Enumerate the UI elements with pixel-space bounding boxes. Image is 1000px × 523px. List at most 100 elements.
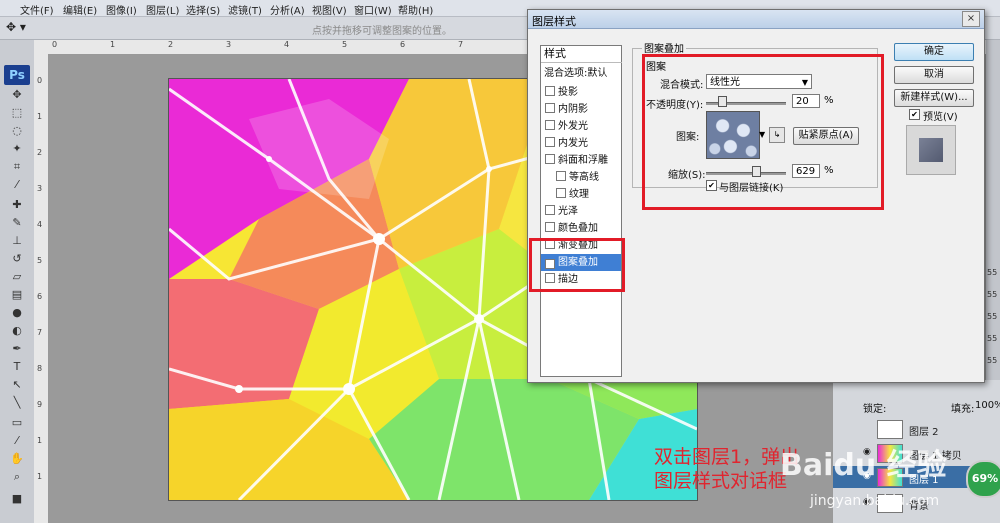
type-icon[interactable]: T xyxy=(7,360,27,374)
style-checkbox[interactable] xyxy=(545,103,555,113)
ruler-num: 7 xyxy=(37,328,43,337)
lock-label: 锁定: xyxy=(863,404,887,415)
eyedropper2-icon[interactable]: ⁄ xyxy=(7,434,27,448)
preview-label: 预览(V) xyxy=(923,112,958,123)
color-swatches-icon[interactable]: ■ xyxy=(7,492,27,506)
ruler-num: 0 xyxy=(37,76,43,85)
baidu-watermark: Baidu 经验 xyxy=(780,448,947,483)
style-item-label: 外发光 xyxy=(558,121,588,132)
history-brush-icon[interactable]: ↺ xyxy=(7,252,27,266)
style-item[interactable]: 内发光 xyxy=(541,135,621,152)
style-item-label: 颜色叠加 xyxy=(558,223,598,234)
style-item[interactable]: 投影 xyxy=(541,84,621,101)
style-checkbox[interactable] xyxy=(545,205,555,215)
ruler-num: 4 xyxy=(284,40,290,49)
shape-icon[interactable]: ╲ xyxy=(7,396,27,410)
cancel-button[interactable]: 取消 xyxy=(894,66,974,84)
preview-checkbox[interactable]: ✔ xyxy=(909,109,920,120)
lasso-icon[interactable]: ◌ xyxy=(7,124,27,138)
ruler-num: 1 xyxy=(37,472,43,481)
ruler-num: 6 xyxy=(37,292,43,301)
ruler-num: 9 xyxy=(37,400,43,409)
options-hint: 点按并拖移可调整图案的位置。 xyxy=(312,26,452,37)
strip-num: 55 xyxy=(987,334,998,343)
highlight-box xyxy=(529,238,625,292)
fill-label: 填充: xyxy=(951,404,975,415)
ruler-num: 8 xyxy=(37,364,43,373)
ruler-num: 6 xyxy=(400,40,406,49)
zoom-icon[interactable]: ⌕ xyxy=(7,470,27,484)
brush-icon[interactable]: ✎ xyxy=(7,216,27,230)
healing-icon[interactable]: ✚ xyxy=(7,198,27,212)
menu-filter[interactable]: 滤镜(T) xyxy=(228,2,262,17)
blend-options-item[interactable]: 混合选项:默认 xyxy=(541,65,621,82)
notes-icon[interactable]: ▭ xyxy=(7,416,27,430)
menu-view[interactable]: 视图(V) xyxy=(312,2,347,17)
ruler-num: 3 xyxy=(37,184,43,193)
style-item[interactable]: 光泽 xyxy=(541,203,621,220)
layer-row[interactable]: 图层 2 xyxy=(833,418,1000,440)
style-preview xyxy=(906,125,956,175)
right-panel-strip xyxy=(986,40,1000,380)
layer-name: 图层 2 xyxy=(909,427,939,438)
move-icon[interactable]: ✥ xyxy=(7,88,27,102)
dialog-title: 图层样式 xyxy=(532,15,576,28)
ok-button[interactable]: 确定 xyxy=(894,43,974,61)
strip-num: 55 xyxy=(987,290,998,299)
hand-icon[interactable]: ✋ xyxy=(7,452,27,466)
menu-window[interactable]: 窗口(W) xyxy=(354,2,392,17)
menu-image[interactable]: 图像(I) xyxy=(106,2,137,17)
preview-swatch xyxy=(919,138,943,162)
style-item[interactable]: 内阴影 xyxy=(541,101,621,118)
style-item[interactable]: 颜色叠加 xyxy=(541,220,621,237)
eraser-icon[interactable]: ▱ xyxy=(7,270,27,284)
marquee-icon[interactable]: ⬚ xyxy=(7,106,27,120)
menu-select[interactable]: 选择(S) xyxy=(186,2,220,17)
strip-num: 55 xyxy=(987,268,998,277)
style-item-label: 内阴影 xyxy=(558,104,588,115)
styles-header[interactable]: 样式 xyxy=(541,46,622,63)
style-checkbox[interactable] xyxy=(545,86,555,96)
style-item[interactable]: 等高线 xyxy=(541,169,621,186)
magic-wand-icon[interactable]: ✦ xyxy=(7,142,27,156)
style-checkbox[interactable] xyxy=(545,120,555,130)
ruler-left: 0 1 2 3 4 5 6 7 8 9 1 1 xyxy=(34,54,49,523)
style-item[interactable]: 外发光 xyxy=(541,118,621,135)
dodge-icon[interactable]: ◐ xyxy=(7,324,27,338)
ruler-num: 7 xyxy=(458,40,464,49)
highlight-box xyxy=(642,54,884,210)
ruler-num: 0 xyxy=(52,40,58,49)
stamp-icon[interactable]: ⊥ xyxy=(7,234,27,248)
move-tool-icon[interactable]: ✥ ▾ xyxy=(6,20,36,36)
menu-edit[interactable]: 编辑(E) xyxy=(63,2,97,17)
ruler-num: 2 xyxy=(37,148,43,157)
close-icon[interactable]: × xyxy=(962,11,980,27)
annotation-line-1: 双击图层1，弹出 xyxy=(654,446,800,468)
style-item-label: 纹理 xyxy=(569,189,589,200)
fill-value[interactable]: 100% xyxy=(975,400,1000,411)
style-checkbox[interactable] xyxy=(556,188,566,198)
style-checkbox[interactable] xyxy=(545,222,555,232)
eyedropper-icon[interactable]: ⁄ xyxy=(7,178,27,192)
style-item-label: 光泽 xyxy=(558,206,578,217)
menu-file[interactable]: 文件(F) xyxy=(20,2,54,17)
ruler-num: 3 xyxy=(226,40,232,49)
style-item[interactable]: 纹理 xyxy=(541,186,621,203)
style-item-label: 等高线 xyxy=(569,172,599,183)
style-item[interactable]: 斜面和浮雕 xyxy=(541,152,621,169)
crop-icon[interactable]: ⌗ xyxy=(7,160,27,174)
style-checkbox[interactable] xyxy=(545,154,555,164)
gradient-icon[interactable]: ▤ xyxy=(7,288,27,302)
blur-icon[interactable]: ● xyxy=(7,306,27,320)
new-style-button[interactable]: 新建样式(W)... xyxy=(894,89,974,107)
style-item-label: 投影 xyxy=(558,87,578,98)
menu-analysis[interactable]: 分析(A) xyxy=(270,2,305,17)
style-checkbox[interactable] xyxy=(556,171,566,181)
pen-icon[interactable]: ✒ xyxy=(7,342,27,356)
dialog-title-bar[interactable]: 图层样式 × xyxy=(528,10,984,29)
path-select-icon[interactable]: ↖ xyxy=(7,378,27,392)
style-checkbox[interactable] xyxy=(545,137,555,147)
menu-layer[interactable]: 图层(L) xyxy=(146,2,179,17)
ruler-num: 5 xyxy=(342,40,348,49)
menu-help[interactable]: 帮助(H) xyxy=(398,2,433,17)
